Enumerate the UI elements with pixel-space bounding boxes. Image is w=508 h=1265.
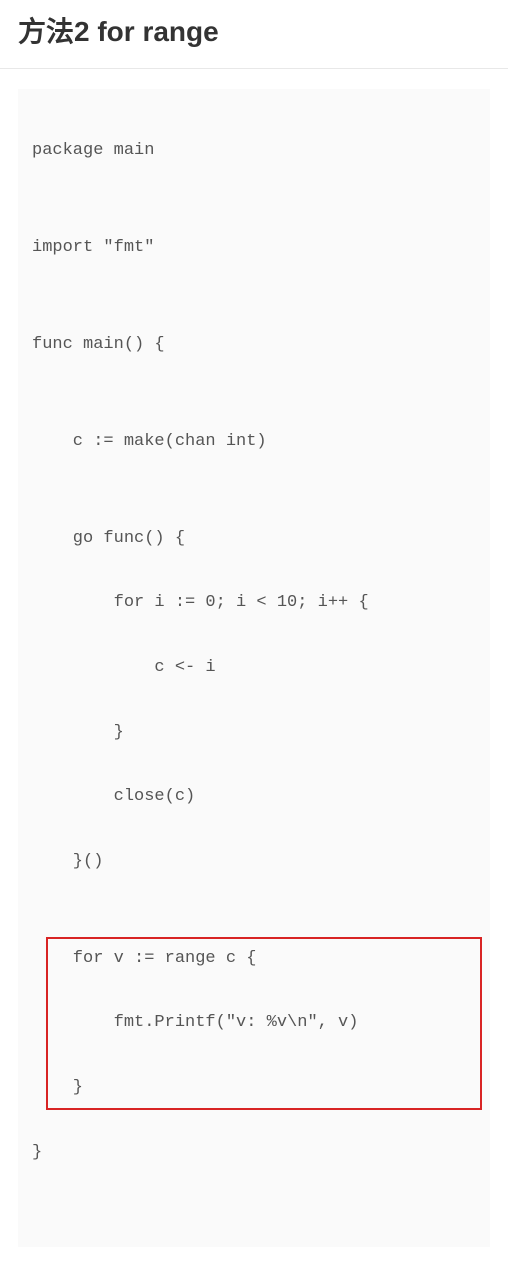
code-line: close(c) xyxy=(32,781,480,813)
code-line: go func() { xyxy=(32,523,480,555)
code-line: c := make(chan int) xyxy=(32,426,480,458)
code-line: } xyxy=(32,1072,480,1104)
code-line: fmt.Printf("v: %v\n", v) xyxy=(32,1007,480,1039)
code-line: c <- i xyxy=(32,652,480,684)
code-line: }() xyxy=(32,846,480,878)
code-line: for v := range c { xyxy=(32,943,480,975)
code-line: package main xyxy=(32,135,480,167)
code-block: package main import "fmt" func main() { … xyxy=(18,89,490,1247)
code-line: func main() { xyxy=(32,329,480,361)
code-line: } xyxy=(32,717,480,749)
section-heading: 方法2 for range xyxy=(0,0,508,69)
code-line: for i := 0; i < 10; i++ { xyxy=(32,587,480,619)
code-line: import "fmt" xyxy=(32,232,480,264)
code-line: } xyxy=(32,1137,480,1169)
